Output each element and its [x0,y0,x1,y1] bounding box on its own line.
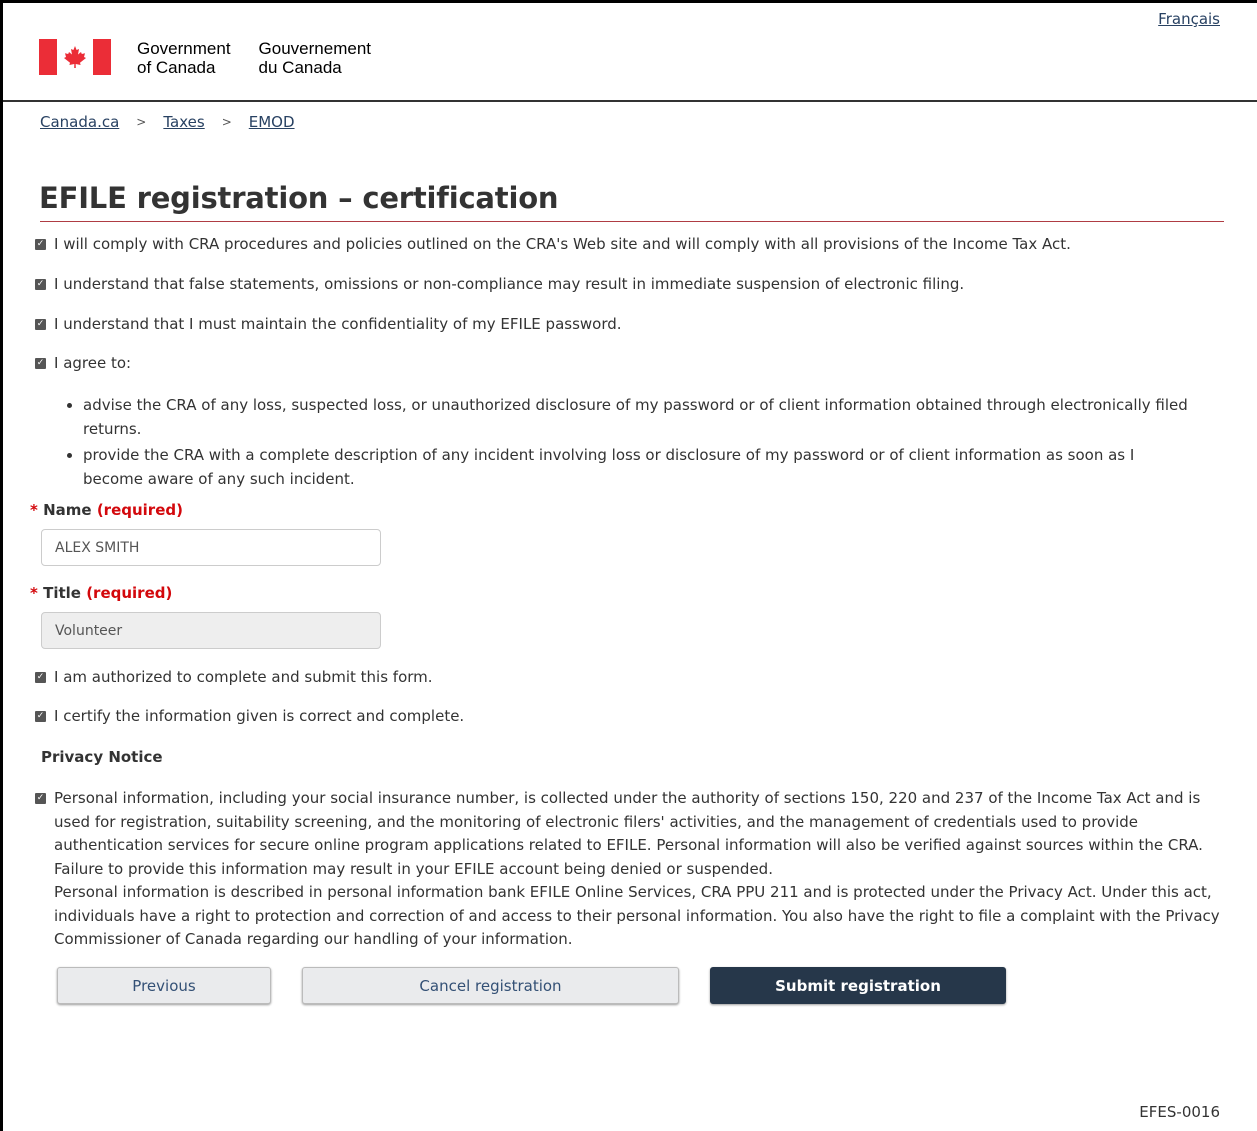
agreement-false-statements: ✓ I understand that false statements, omi… [35,275,965,293]
checkbox-checked-icon[interactable]: ✓ [35,279,46,290]
name-input[interactable] [41,529,381,566]
agreement-list: advise the CRA of any loss, suspected lo… [41,393,1193,493]
checkbox-checked-icon[interactable]: ✓ [35,239,46,250]
checkbox-checked-icon[interactable]: ✓ [35,711,46,722]
certification-authorized: ✓ I am authorized to complete and submit … [35,668,433,686]
previous-button[interactable]: Previous [57,967,271,1004]
privacy-paragraph: Personal information, including your soc… [54,789,1203,878]
certification-correct: ✓ I certify the information given is corr… [35,707,465,725]
checkbox-checked-icon[interactable]: ✓ [35,793,46,804]
list-item: provide the CRA with a complete descript… [83,443,1193,491]
breadcrumb: Canada.ca > Taxes > EMOD [40,113,295,131]
breadcrumb-separator-icon: > [136,115,147,129]
page-title: EFILE registration – certification [39,181,559,215]
submit-registration-button[interactable]: Submit registration [710,967,1006,1004]
breadcrumb-separator-icon: > [221,115,232,129]
required-marker: * [30,501,38,519]
title-underline [40,221,1224,222]
required-text: (required) [96,501,183,519]
breadcrumb-link-taxes[interactable]: Taxes [163,113,204,131]
name-field-label: * Name (required) [30,501,183,519]
agreement-comply: ✓ I will comply with CRA procedures and p… [35,235,1071,253]
maple-leaf-icon [57,39,93,75]
privacy-notice-heading: Privacy Notice [41,748,163,766]
signature-french: Gouvernement du Canada [258,39,371,77]
checkbox-checked-icon[interactable]: ✓ [35,358,46,369]
required-text: (required) [86,584,173,602]
checkbox-checked-icon[interactable]: ✓ [35,319,46,330]
page-identifier: EFES-0016 [1139,1103,1220,1121]
agreement-confidentiality: ✓ I understand that I must maintain the c… [35,315,622,333]
breadcrumb-link-emod[interactable]: EMOD [249,113,295,131]
breadcrumb-link-canada[interactable]: Canada.ca [40,113,119,131]
required-marker: * [30,584,38,602]
canada-flag-logo [39,39,111,75]
title-input[interactable] [41,612,381,649]
agreement-agree-to: ✓ I agree to: [35,354,132,372]
government-signature[interactable]: Government of Canada Gouvernement du Can… [39,39,371,77]
list-item: advise the CRA of any loss, suspected lo… [83,393,1193,441]
checkbox-checked-icon[interactable]: ✓ [35,672,46,683]
privacy-paragraph: Personal information is described in per… [54,883,1220,948]
language-toggle-link[interactable]: Français [1158,10,1220,28]
header-divider [3,100,1257,102]
title-field-label: * Title (required) [30,584,173,602]
cancel-registration-button[interactable]: Cancel registration [302,967,679,1004]
privacy-notice: ✓ Personal information, including your s… [35,787,1225,952]
signature-english: Government of Canada [137,39,231,77]
